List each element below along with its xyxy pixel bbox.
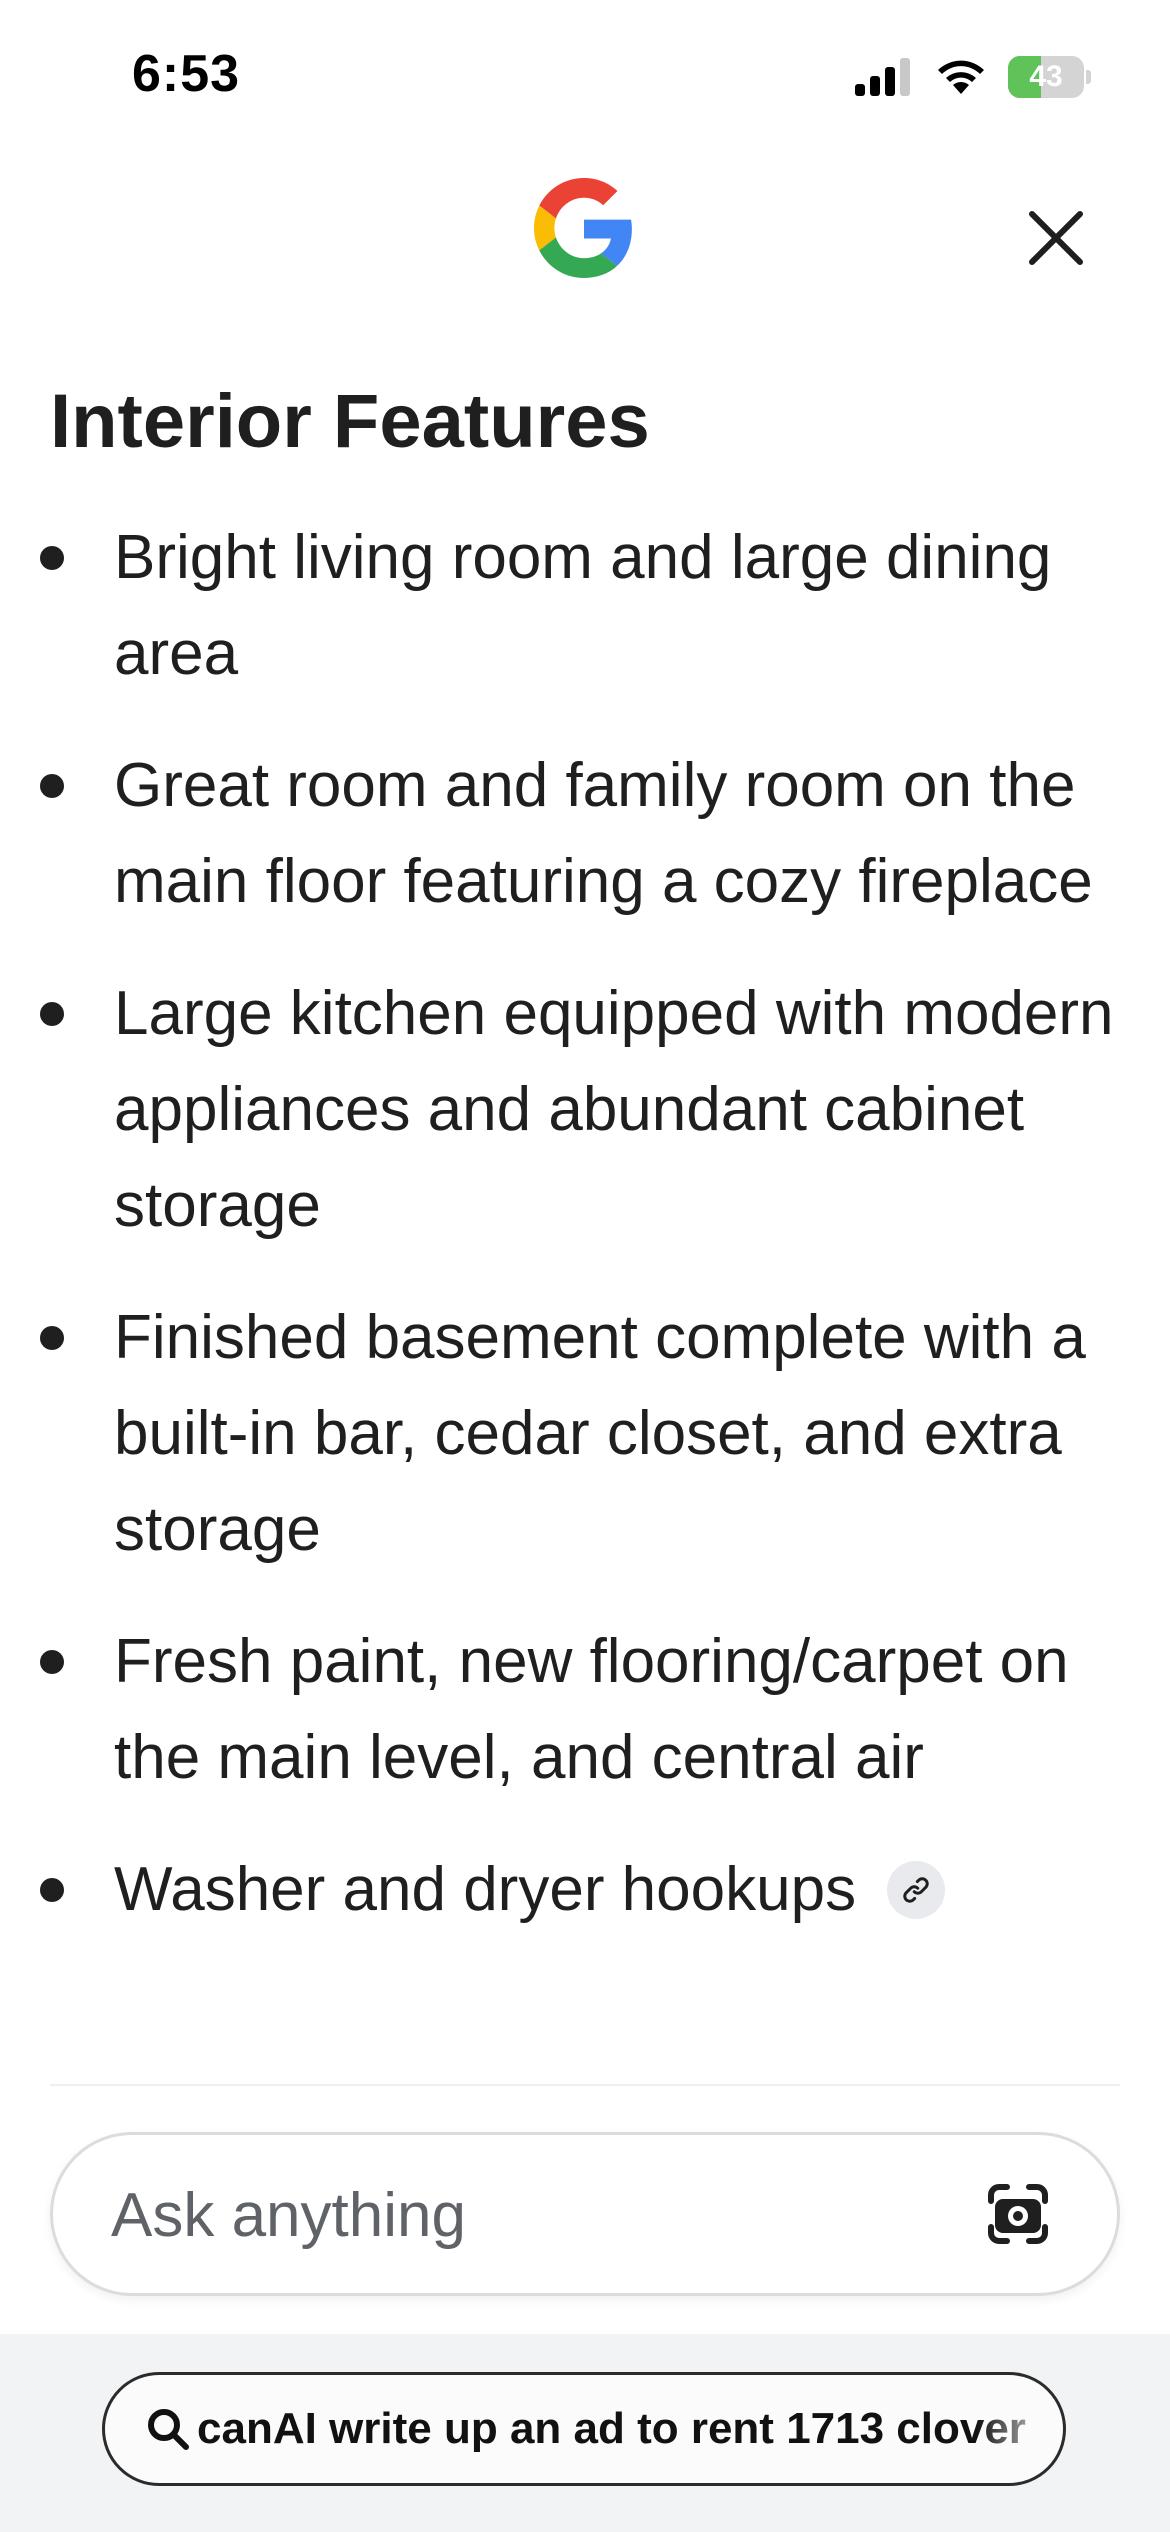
list-item: Bright living room and large dining area <box>0 510 1170 702</box>
list-item: Finished basement complete with a built-… <box>0 1290 1170 1578</box>
list-item-text: Bright living room and large dining area <box>114 523 1052 688</box>
bottom-bar: canAI write up an ad to rent 1713 clover <box>0 2334 1170 2532</box>
status-bar: 6:53 43 <box>0 0 1170 150</box>
list-item-text: Washer and dryer hookups <box>114 1855 857 1924</box>
status-time: 6:53 <box>132 45 241 103</box>
list-item-text: Large kitchen equipped with modern appli… <box>114 979 1114 1240</box>
list-item-text: Fresh paint, new flooring/carpet on the … <box>114 1627 1069 1792</box>
bullet-icon <box>40 1650 64 1674</box>
google-lens-icon[interactable] <box>983 2179 1053 2249</box>
list-item: Fresh paint, new flooring/carpet on the … <box>0 1614 1170 1806</box>
battery-level-text: 43 <box>1029 60 1063 93</box>
bullet-icon <box>40 1326 64 1350</box>
wifi-icon <box>938 60 984 94</box>
bullet-icon <box>40 546 64 570</box>
bullet-icon <box>40 1002 64 1026</box>
feature-list: Bright living room and large dining area… <box>0 510 1170 1974</box>
close-icon <box>1029 211 1083 265</box>
list-item-text: Finished basement complete with a built-… <box>114 1303 1086 1564</box>
bullet-icon <box>40 774 64 798</box>
source-link-button[interactable] <box>887 1860 946 1919</box>
link-icon <box>903 1876 930 1903</box>
search-icon <box>148 2409 189 2450</box>
cellular-signal-icon <box>855 58 910 96</box>
ask-bar <box>50 2132 1120 2296</box>
list-item: Washer and dryer hookups <box>0 1842 1170 1938</box>
recent-query-pill[interactable]: canAI write up an ad to rent 1713 clover <box>102 2372 1066 2486</box>
section-title: Interior Features <box>50 379 650 464</box>
list-item-text: Great room and family room on the main f… <box>114 751 1093 916</box>
close-button[interactable] <box>1022 204 1090 272</box>
divider <box>50 2084 1120 2086</box>
battery-charging-icon: 43 <box>1008 56 1091 98</box>
list-item: Great room and family room on the main f… <box>0 738 1170 930</box>
ask-input[interactable] <box>109 2135 933 2295</box>
recent-query-text: canAI write up an ad to rent 1713 clover <box>197 2404 1026 2453</box>
list-item: Large kitchen equipped with modern appli… <box>0 966 1170 1254</box>
google-g-logo <box>534 178 632 278</box>
bullet-icon <box>40 1878 64 1902</box>
